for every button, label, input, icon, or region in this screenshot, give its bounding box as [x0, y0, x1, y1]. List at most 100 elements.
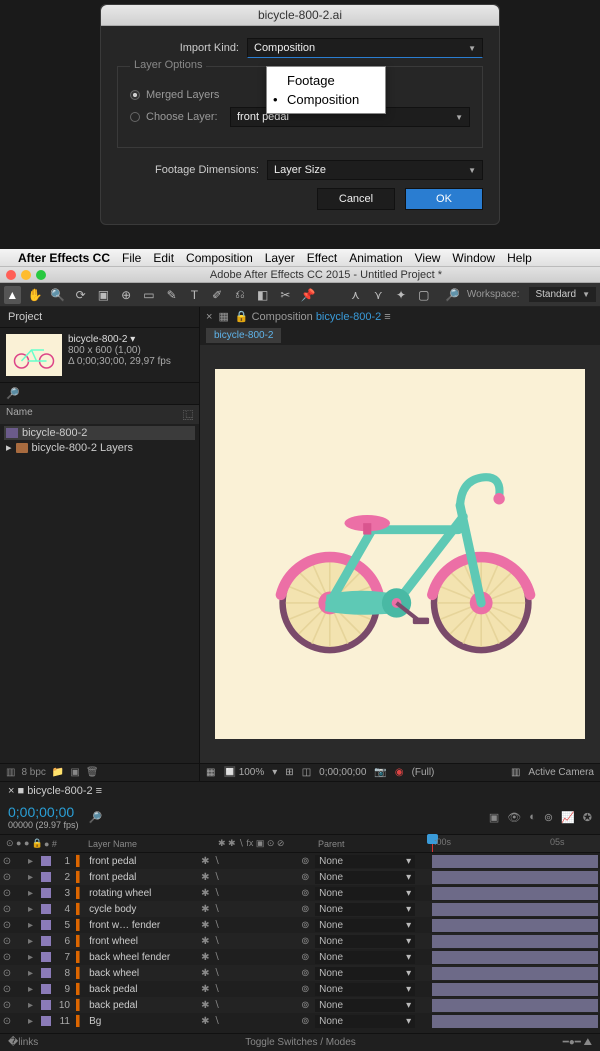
axis-view-icon[interactable]: ✦	[393, 286, 410, 304]
layer-bar[interactable]	[432, 855, 598, 868]
menu-file[interactable]: File	[122, 251, 141, 265]
visibility-icon[interactable]: ⊙	[0, 968, 14, 979]
hand-tool-icon[interactable]: ✋	[27, 286, 44, 304]
parent-pick-icon[interactable]: ⊚	[301, 1016, 315, 1027]
layer-row[interactable]: ⊙▸6▌front wheel✱∖⊚None▾	[0, 933, 600, 949]
disclosure-icon[interactable]: ▸	[28, 888, 38, 899]
shape-tool-icon[interactable]: ▭	[141, 286, 158, 304]
parent-pick-icon[interactable]: ⊚	[301, 968, 315, 979]
orbit-tool-icon[interactable]: ⟳	[72, 286, 89, 304]
cancel-button[interactable]: Cancel	[317, 188, 395, 210]
timeline-tab[interactable]: × ■ bicycle-800-2 ≡	[8, 785, 102, 797]
playhead[interactable]	[432, 835, 433, 852]
parent-dropdown[interactable]: None▾	[315, 871, 415, 884]
time-ruler[interactable]: :00s 05s	[430, 835, 600, 852]
menu-edit[interactable]: Edit	[153, 251, 174, 265]
parent-pick-icon[interactable]: ⊚	[301, 952, 315, 963]
timecode[interactable]: 0;00;00;00	[8, 804, 79, 820]
axis-local-icon[interactable]: ⋏	[347, 286, 364, 304]
traffic-max-icon[interactable]	[36, 270, 46, 280]
visibility-icon[interactable]: ⊙	[0, 984, 14, 995]
choose-layer-radio[interactable]	[130, 112, 140, 122]
label-color[interactable]	[41, 968, 51, 978]
visibility-icon[interactable]: ⊙	[0, 936, 14, 947]
timeline-search-icon[interactable]: 🔎	[89, 811, 103, 824]
visibility-icon[interactable]: ⊙	[0, 904, 14, 915]
menu-layer[interactable]: Layer	[265, 251, 295, 265]
layer-row[interactable]: ⊙▸4▌cycle body✱∖⊚None▾	[0, 901, 600, 917]
comp-mini-icon[interactable]: ▣	[489, 811, 499, 824]
app-menu[interactable]: After Effects CC	[18, 251, 110, 265]
menu-help[interactable]: Help	[507, 251, 532, 265]
zoom-tool-icon[interactable]: 🔍	[50, 286, 67, 304]
new-folder-icon[interactable]: 📁	[52, 767, 64, 778]
parent-pick-icon[interactable]: ⊚	[301, 888, 315, 899]
workspace-dropdown[interactable]: Standard▼	[529, 287, 596, 302]
selection-tool-icon[interactable]: ▲	[4, 286, 21, 304]
visibility-icon[interactable]: ⊙	[0, 872, 14, 883]
layer-name[interactable]: back wheel	[83, 968, 201, 979]
disclosure-icon[interactable]: ▸	[28, 904, 38, 915]
snap-icon[interactable]: ▢	[415, 286, 432, 304]
layer-bar[interactable]	[432, 951, 598, 964]
layer-row[interactable]: ⊙▸10▌back pedal✱∖⊚None▾	[0, 997, 600, 1013]
label-color[interactable]	[41, 1000, 51, 1010]
traffic-min-icon[interactable]	[21, 270, 31, 280]
menu-animation[interactable]: Animation	[349, 251, 402, 265]
shy-icon[interactable]: 👁	[507, 811, 521, 824]
lock-icon[interactable]: ▦	[218, 310, 228, 323]
label-color[interactable]	[41, 888, 51, 898]
layer-name[interactable]: front pedal	[83, 872, 201, 883]
snapshot-icon[interactable]: 📷	[374, 767, 386, 778]
close-tab-icon[interactable]: ×	[206, 311, 212, 323]
expand-icon[interactable]: �links	[8, 1037, 38, 1048]
eraser-tool-icon[interactable]: ◧	[254, 286, 271, 304]
layer-name[interactable]: rotating wheel	[83, 888, 201, 899]
layer-row[interactable]: ⊙▸1▌front pedal✱∖⊚None▾	[0, 853, 600, 869]
layer-switches[interactable]: ✱∖	[201, 856, 301, 867]
layer-row[interactable]: ⊙▸9▌back pedal✱∖⊚None▾	[0, 981, 600, 997]
layer-name[interactable]: Bg	[83, 1016, 201, 1027]
layer-bar[interactable]	[432, 887, 598, 900]
clone-tool-icon[interactable]: ⎌	[232, 286, 249, 304]
disclosure-icon[interactable]: ▸	[28, 968, 38, 979]
project-item[interactable]: bicycle-800-2 ▾ 800 x 600 (1,00) Δ 0;00;…	[0, 328, 199, 382]
parent-pick-icon[interactable]: ⊚	[301, 920, 315, 931]
layer-switches[interactable]: ✱∖	[201, 888, 301, 899]
toggle-switches-button[interactable]: Toggle Switches / Modes	[245, 1037, 356, 1048]
resolution-dropdown[interactable]: (Full)	[412, 767, 435, 778]
layer-name[interactable]: front w… fender	[83, 920, 201, 931]
layer-bar[interactable]	[432, 919, 598, 932]
parent-dropdown[interactable]: None▾	[315, 967, 415, 980]
parent-dropdown[interactable]: None▾	[315, 855, 415, 868]
disclosure-icon[interactable]: ▸	[28, 984, 38, 995]
type-tool-icon[interactable]: T	[186, 286, 203, 304]
parent-pick-icon[interactable]: ⊚	[301, 1000, 315, 1011]
parent-dropdown[interactable]: None▾	[315, 1015, 415, 1028]
camera-dropdown[interactable]: Active Camera	[528, 767, 594, 778]
parent-dropdown[interactable]: None▾	[315, 951, 415, 964]
visibility-icon[interactable]: ⊙	[0, 1000, 14, 1011]
layer-bar[interactable]	[432, 871, 598, 884]
label-color[interactable]	[41, 952, 51, 962]
layer-switches[interactable]: ✱∖	[201, 920, 301, 931]
visibility-icon[interactable]: ⊙	[0, 856, 14, 867]
parent-dropdown[interactable]: None▾	[315, 935, 415, 948]
parent-dropdown[interactable]: None▾	[315, 999, 415, 1012]
grid-icon[interactable]: ▦	[206, 767, 215, 778]
layer-switches[interactable]: ✱∖	[201, 904, 301, 915]
disclosure-icon[interactable]: ▸	[28, 952, 38, 963]
project-search[interactable]: 🔎	[0, 382, 199, 405]
layer-switches[interactable]: ✱∖	[201, 936, 301, 947]
bpc-button[interactable]: 8 bpc	[21, 767, 45, 778]
parent-pick-icon[interactable]: ⊚	[301, 872, 315, 883]
menu-effect[interactable]: Effect	[307, 251, 337, 265]
layer-bar[interactable]	[432, 935, 598, 948]
view-layout-icon[interactable]: ▥	[511, 767, 520, 778]
comp-chip[interactable]: bicycle-800-2	[206, 328, 281, 343]
menu-composition[interactable]: Composition	[186, 251, 253, 265]
graph-icon[interactable]: 📈	[561, 811, 575, 824]
layer-bar[interactable]	[432, 1015, 598, 1028]
label-color[interactable]	[41, 936, 51, 946]
zoom-value[interactable]: 🔲 100%	[223, 767, 264, 778]
